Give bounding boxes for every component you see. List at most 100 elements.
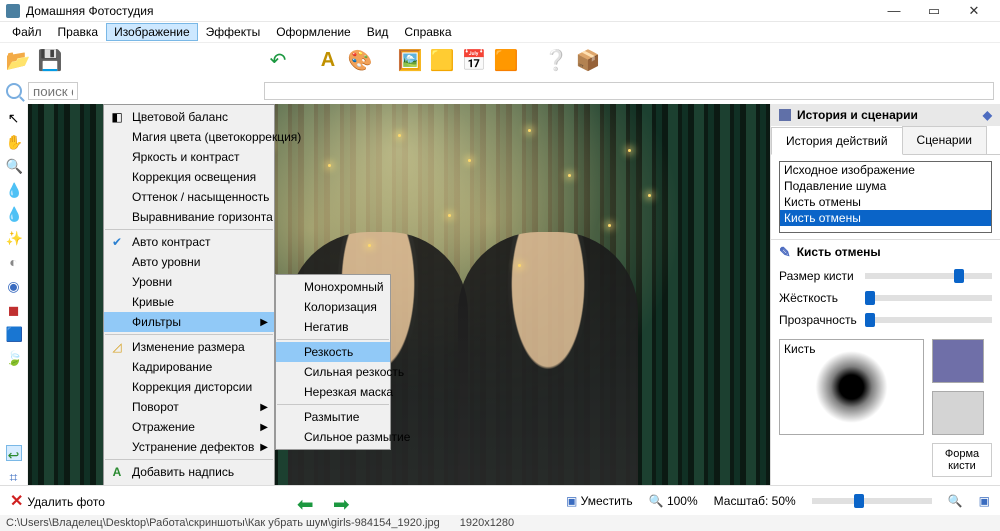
menu-filters[interactable]: Фильтры▶ <box>104 312 274 332</box>
menu-crop[interactable]: Кадрирование <box>104 357 274 377</box>
square-tool-icon[interactable]: ◼ <box>6 302 22 318</box>
resize-icon: ◿ <box>110 340 124 354</box>
circle-tool-icon[interactable]: ◐ <box>6 254 22 270</box>
slider-thumb[interactable] <box>865 291 875 305</box>
filter-negative[interactable]: Негатив <box>276 317 390 337</box>
menu-distortion[interactable]: Коррекция дисторсии <box>104 377 274 397</box>
text-icon[interactable]: A <box>316 49 340 73</box>
swirl-tool-icon[interactable]: ◉ <box>6 278 22 294</box>
filter-strong-blur[interactable]: Сильное размытие <box>276 427 390 447</box>
next-arrow-icon[interactable]: ➡ <box>333 492 353 510</box>
delete-photo-button[interactable]: ✕Удалить фото <box>10 491 105 511</box>
filter-mono[interactable]: Монохромный <box>276 277 390 297</box>
history-item-selected[interactable]: Кисть отмены <box>780 210 991 226</box>
menu-rotate[interactable]: Поворот▶ <box>104 397 274 417</box>
menu-lighting[interactable]: Коррекция освещения <box>104 167 274 187</box>
slider-thumb[interactable] <box>854 494 864 508</box>
filter-sharpen[interactable]: Резкость <box>276 342 390 362</box>
toolbar: 📂 💾 ↶ A 🎨 🖼️ 🟨 📅 🟧 ❔ 📦 <box>0 42 1000 78</box>
history-item[interactable]: Кисть отмены <box>780 194 991 210</box>
check-icon: ✔ <box>110 235 124 249</box>
history-item[interactable]: Исходное изображение <box>780 162 991 178</box>
search-input[interactable] <box>28 82 78 100</box>
menu-resize[interactable]: ◿Изменение размера <box>104 337 274 357</box>
history-item[interactable]: Подавление шума <box>780 178 991 194</box>
maximize-button[interactable]: ▭ <box>914 3 954 19</box>
title-bar: Домашняя Фотостудия — ▭ ✕ <box>0 0 1000 22</box>
info-icon[interactable]: ▣ <box>979 494 990 508</box>
collapse-icon[interactable]: ◆ <box>983 108 992 122</box>
filter-unsharp-mask[interactable]: Нерезкая маска <box>276 382 390 402</box>
save-icon[interactable]: 💾 <box>38 49 62 73</box>
slider-thumb[interactable] <box>954 269 964 283</box>
brush-undo-icon[interactable]: ↩ <box>6 445 22 461</box>
menu-decoration[interactable]: Оформление <box>268 23 358 41</box>
menu-view[interactable]: Вид <box>359 23 397 41</box>
tab-scenarios[interactable]: Сценарии <box>902 126 987 154</box>
help-icon[interactable]: ❔ <box>544 49 568 73</box>
brush-opacity-slider[interactable] <box>865 317 992 323</box>
tab-history[interactable]: История действий <box>771 127 903 155</box>
brush-shape-button[interactable]: Форма кисти <box>932 443 992 477</box>
brush-hardness-label: Жёсткость <box>779 291 857 305</box>
grad-tool-icon[interactable]: 🟦 <box>6 326 22 342</box>
menu-hue-sat[interactable]: Оттенок / насыщенность <box>104 187 274 207</box>
search-icon <box>6 83 22 99</box>
close-button[interactable]: ✕ <box>954 3 994 19</box>
right-panel: История и сценарии ◆ История действий Сц… <box>770 104 1000 485</box>
brush-hardness-slider[interactable] <box>865 295 992 301</box>
brush-size-slider[interactable] <box>865 273 992 279</box>
undo-icon[interactable]: ↶ <box>266 49 290 73</box>
zoom-tool-icon[interactable]: 🔍 <box>6 158 22 174</box>
zoom-100-button[interactable]: 🔍 100% <box>649 494 698 508</box>
menu-effects[interactable]: Эффекты <box>198 23 269 41</box>
menu-flip[interactable]: Отражение▶ <box>104 417 274 437</box>
history-list[interactable]: Исходное изображение Подавление шума Кис… <box>779 161 992 233</box>
filter-colorize[interactable]: Колоризация <box>276 297 390 317</box>
menu-add-text[interactable]: AДобавить надпись <box>104 462 274 482</box>
menu-curves[interactable]: Кривые <box>104 292 274 312</box>
crop-tool-icon[interactable]: ⌗ <box>6 469 22 485</box>
menu-fix-defects[interactable]: Устранение дефектов▶ <box>104 437 274 457</box>
menu-bar: Файл Правка Изображение Эффекты Оформлен… <box>0 22 1000 42</box>
menu-levels[interactable]: Уровни <box>104 272 274 292</box>
canvas[interactable]: ◧Цветовой баланс Магия цвета (цветокорре… <box>28 104 770 485</box>
color-swatch-2[interactable] <box>932 391 984 435</box>
menu-image[interactable]: Изображение <box>106 23 198 41</box>
palette-icon[interactable]: 🎨 <box>348 49 372 73</box>
menu-horizon[interactable]: Выравнивание горизонта <box>104 207 274 227</box>
menu-color-balance[interactable]: ◧Цветовой баланс <box>104 107 274 127</box>
leaf-tool-icon[interactable]: 🍃 <box>6 350 22 366</box>
menu-color-magic[interactable]: Магия цвета (цветокоррекция) <box>104 127 274 147</box>
menu-auto-contrast[interactable]: ✔Авто контраст <box>104 232 274 252</box>
frame-icon[interactable]: 🟨 <box>430 49 454 73</box>
prev-arrow-icon[interactable]: ⬅ <box>297 492 317 510</box>
open-icon[interactable]: 📂 <box>6 49 30 73</box>
color-swatch-1[interactable] <box>932 339 984 383</box>
card-icon[interactable]: 🟧 <box>494 49 518 73</box>
zoom-plus-icon[interactable]: 🔍 <box>948 494 963 508</box>
slider-thumb[interactable] <box>865 313 875 327</box>
zoom-slider[interactable] <box>812 498 932 504</box>
fit-button[interactable]: ▣ Уместить <box>566 494 633 508</box>
menu-add-borders[interactable]: Добавить границы <box>104 482 274 485</box>
menu-help[interactable]: Справка <box>396 23 459 41</box>
pointer-tool-icon[interactable]: ↖ <box>6 110 22 126</box>
drop2-tool-icon[interactable]: 💧 <box>6 206 22 222</box>
hand-tool-icon[interactable]: ✋ <box>6 134 22 150</box>
dropper-tool-icon[interactable]: 💧 <box>6 182 22 198</box>
zoom-icon: 🔍 <box>649 494 664 508</box>
minimize-button[interactable]: — <box>874 3 914 18</box>
menu-auto-levels[interactable]: Авто уровни <box>104 252 274 272</box>
menu-file[interactable]: Файл <box>4 23 50 41</box>
box-icon[interactable]: 📦 <box>576 49 600 73</box>
menu-edit[interactable]: Правка <box>50 23 107 41</box>
calendar-icon[interactable]: 📅 <box>462 49 486 73</box>
path-field[interactable] <box>264 82 994 100</box>
picture-icon[interactable]: 🖼️ <box>398 49 422 73</box>
menu-brightness[interactable]: Яркость и контраст <box>104 147 274 167</box>
magic-tool-icon[interactable]: ✨ <box>6 230 22 246</box>
brush-preview-label: Кисть <box>784 342 815 356</box>
filter-blur[interactable]: Размытие <box>276 407 390 427</box>
filter-strong-sharpen[interactable]: Сильная резкость <box>276 362 390 382</box>
